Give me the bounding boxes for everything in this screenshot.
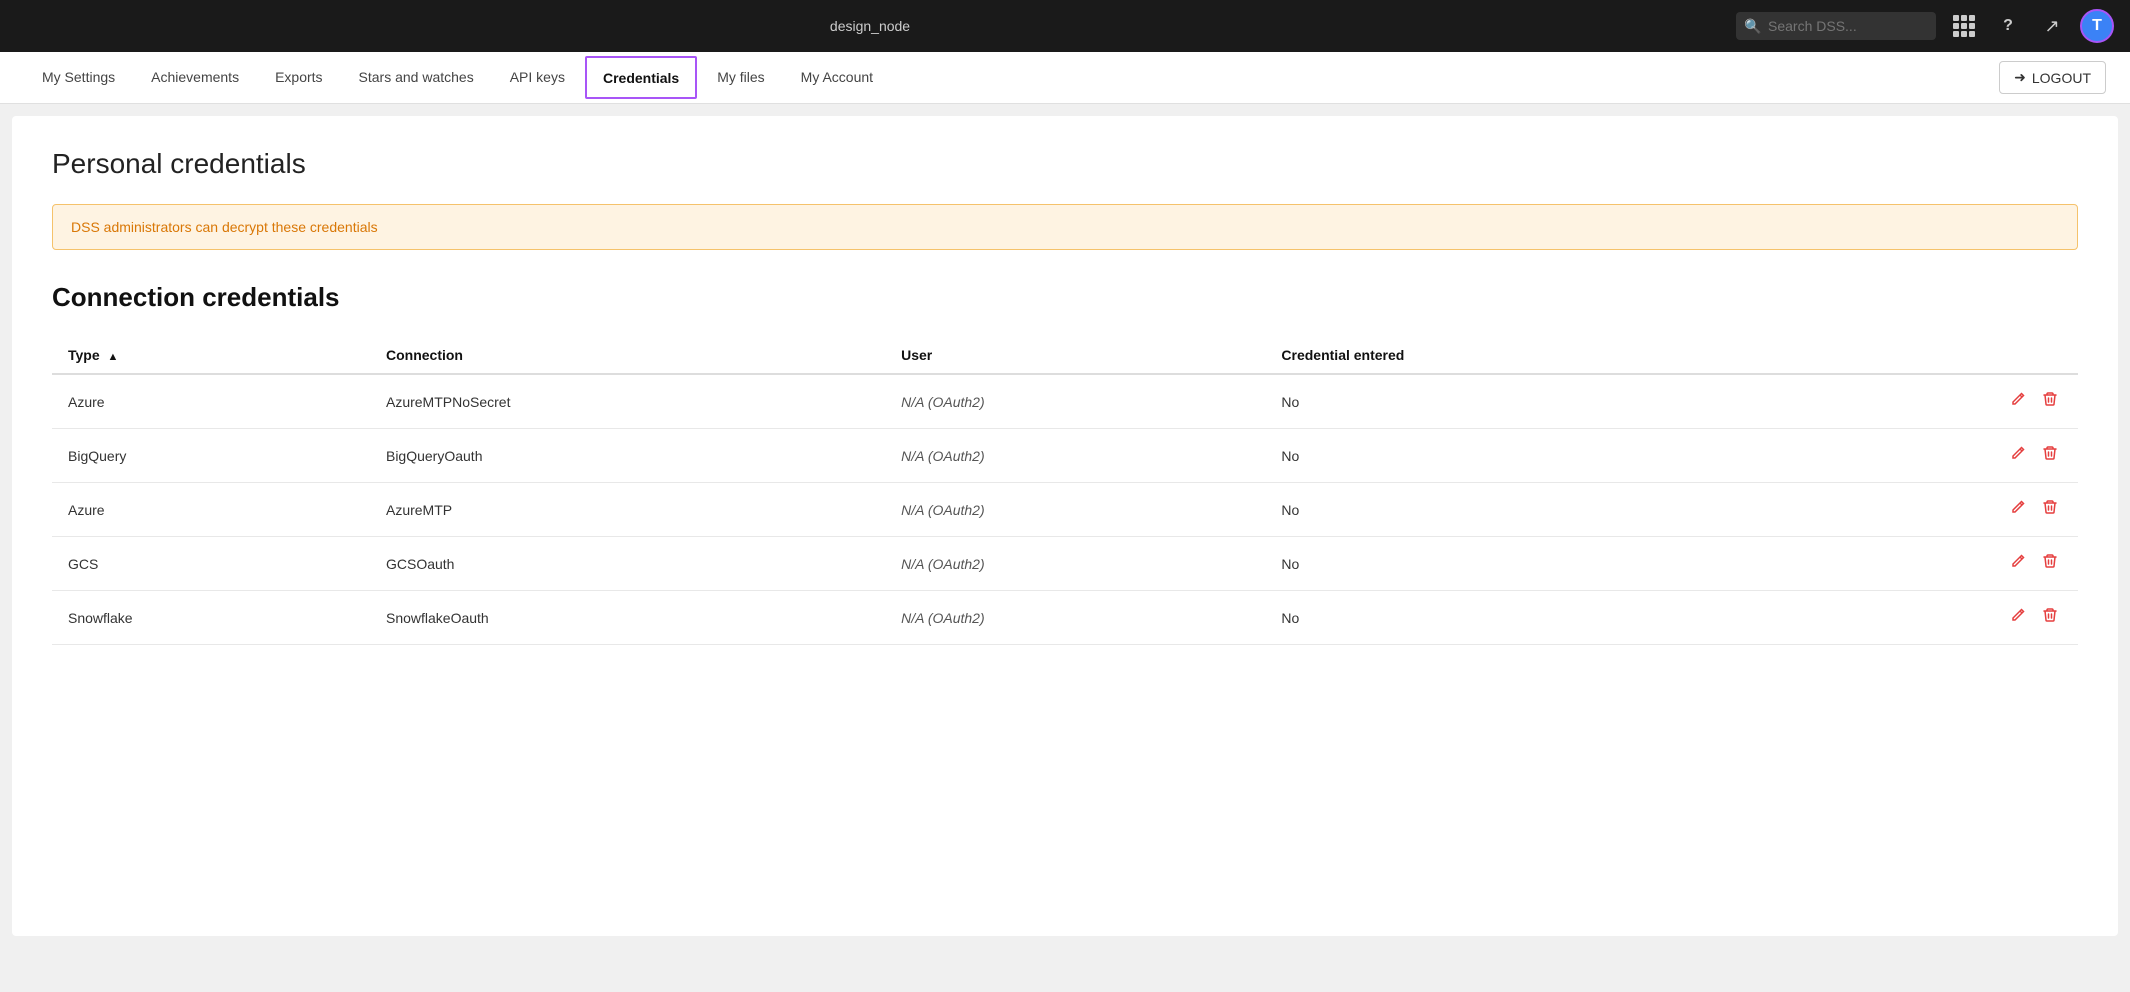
nav-item-my-settings[interactable]: My Settings [24,52,133,103]
cell-type: Snowflake [52,591,370,645]
edit-button[interactable] [2006,605,2030,630]
cell-credential-entered: No [1265,537,1775,591]
trend-icon: ↗ [2044,16,2059,37]
nav-item-credentials[interactable]: Credentials [585,56,697,99]
cell-user: N/A (OAuth2) [885,591,1265,645]
help-icon: ? [2003,17,2013,35]
cell-actions [1775,591,2078,645]
sort-arrow-icon: ▲ [108,351,119,363]
cell-user: N/A (OAuth2) [885,374,1265,429]
main-content: Personal credentials DSS administrators … [12,116,2118,936]
cell-actions [1775,483,2078,537]
nav-item-stars-and-watches[interactable]: Stars and watches [341,52,492,103]
cell-connection: BigQueryOauth [370,429,885,483]
trend-button[interactable]: ↗ [2036,10,2068,42]
table-row: Snowflake SnowflakeOauth N/A (OAuth2) No [52,591,2078,645]
col-header-connection: Connection [370,337,885,374]
delete-button[interactable] [2038,389,2062,414]
edit-button[interactable] [2006,389,2030,414]
nav-item-exports[interactable]: Exports [257,52,340,103]
cell-type: Azure [52,483,370,537]
subnav: My Settings Achievements Exports Stars a… [0,52,2130,104]
table-row: Azure AzureMTPNoSecret N/A (OAuth2) No [52,374,2078,429]
delete-button[interactable] [2038,605,2062,630]
cell-connection: AzureMTPNoSecret [370,374,885,429]
cell-credential-entered: No [1265,483,1775,537]
logout-arrow-icon: ➜ [2014,69,2026,86]
cell-actions [1775,537,2078,591]
section-title: Connection credentials [52,282,2078,313]
cell-user: N/A (OAuth2) [885,429,1265,483]
nav-item-achievements[interactable]: Achievements [133,52,257,103]
search-icon: 🔍 [1744,18,1761,35]
help-button[interactable]: ? [1992,10,2024,42]
page-title: Personal credentials [52,148,2078,180]
cell-credential-entered: No [1265,374,1775,429]
delete-button[interactable] [2038,443,2062,468]
cell-user: N/A (OAuth2) [885,483,1265,537]
edit-button[interactable] [2006,497,2030,522]
table-row: Azure AzureMTP N/A (OAuth2) No [52,483,2078,537]
cell-actions [1775,429,2078,483]
table-header-row: Type ▲ Connection User Credential entere… [52,337,2078,374]
cell-type: BigQuery [52,429,370,483]
topbar: design_node 🔍 ? ↗ T [0,0,2130,52]
cell-type: Azure [52,374,370,429]
credentials-table: Type ▲ Connection User Credential entere… [52,337,2078,645]
delete-button[interactable] [2038,497,2062,522]
delete-button[interactable] [2038,551,2062,576]
cell-connection: GCSOauth [370,537,885,591]
avatar[interactable]: T [2080,9,2114,43]
nav-item-api-keys[interactable]: API keys [492,52,583,103]
col-header-actions [1775,337,2078,374]
nav-item-my-account[interactable]: My Account [783,52,891,103]
node-name: design_node [830,18,910,34]
col-header-type[interactable]: Type ▲ [52,337,370,374]
admin-warning-alert: DSS administrators can decrypt these cre… [52,204,2078,250]
cell-connection: SnowflakeOauth [370,591,885,645]
table-row: GCS GCSOauth N/A (OAuth2) No [52,537,2078,591]
search-input[interactable] [1736,12,1936,40]
logout-button[interactable]: ➜ LOGOUT [1999,61,2106,94]
col-header-user: User [885,337,1265,374]
cell-user: N/A (OAuth2) [885,537,1265,591]
cell-type: GCS [52,537,370,591]
cell-actions [1775,374,2078,429]
edit-button[interactable] [2006,551,2030,576]
cell-connection: AzureMTP [370,483,885,537]
edit-button[interactable] [2006,443,2030,468]
grid-icon [1953,15,1975,37]
table-row: BigQuery BigQueryOauth N/A (OAuth2) No [52,429,2078,483]
grid-menu-button[interactable] [1948,10,1980,42]
cell-credential-entered: No [1265,429,1775,483]
nav-item-my-files[interactable]: My files [699,52,782,103]
search-wrap: 🔍 [1736,12,1936,40]
cell-credential-entered: No [1265,591,1775,645]
col-header-credential-entered: Credential entered [1265,337,1775,374]
